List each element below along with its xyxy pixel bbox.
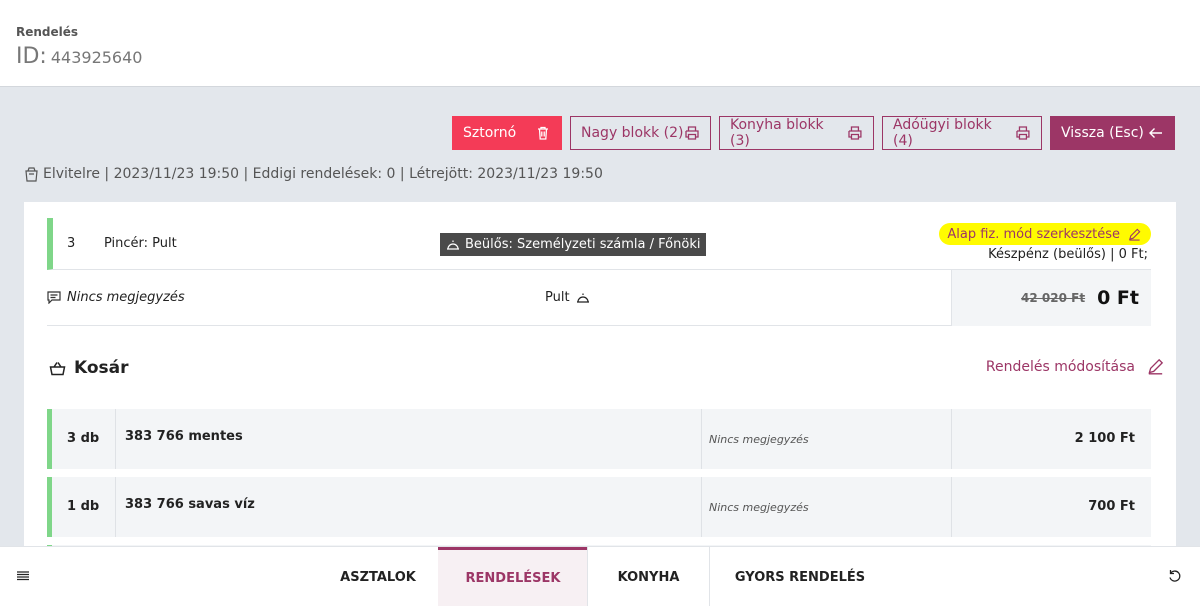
nagy-blokk-label: Nagy blokk (2) xyxy=(581,125,684,141)
service-bell-icon xyxy=(576,293,589,303)
payment-badge-label: Beülős: Személyzeti számla / Főnöki xyxy=(465,237,701,252)
adougyi-blokk-label: Adóügyi blokk (4) xyxy=(893,117,992,149)
printer-icon xyxy=(685,126,699,140)
trash-icon xyxy=(538,126,548,140)
menu-icon[interactable] xyxy=(15,568,31,584)
basket-heading: Kosár xyxy=(49,358,129,378)
order-note-text: Nincs megjegyzés xyxy=(67,290,185,305)
page-title: Rendelés xyxy=(16,25,79,39)
item-name: 383 766 savas víz xyxy=(125,497,255,512)
arrow-left-icon xyxy=(1149,128,1162,138)
order-id-value: 443925640 xyxy=(50,48,143,67)
page-header: Rendelés ID: 443925640 xyxy=(0,0,1200,87)
order-info-line: Elvitelre | 2023/11/23 19:50 | Eddigi re… xyxy=(24,166,603,182)
adougyi-blokk-button[interactable]: Adóügyi blokk (4) xyxy=(882,116,1042,150)
payment-badge: Beülős: Személyzeti számla / Főnöki xyxy=(440,233,707,256)
basket-item[interactable]: 1 db 383 766 savas víz Nincs megjegyzés … xyxy=(47,477,1151,537)
order-total: 0 Ft xyxy=(1097,287,1139,309)
pencil-icon xyxy=(1129,228,1141,241)
waiter-label: Pincér: Pult xyxy=(104,236,177,251)
tab-gyors-rendeles[interactable]: GYORS RENDELÉS xyxy=(710,547,890,606)
comment-icon xyxy=(47,291,61,304)
printer-icon xyxy=(1016,126,1030,140)
order-id: ID: 443925640 xyxy=(16,44,142,69)
order-summary-row: 3 Pincér: Pult Beülős: Személyzeti száml… xyxy=(47,218,1151,270)
service-bell-icon xyxy=(447,240,459,250)
order-id-label: ID: xyxy=(16,44,47,69)
item-price: 2 100 Ft xyxy=(1074,431,1135,446)
konyha-blokk-button[interactable]: Konyha blokk (3) xyxy=(719,116,874,150)
order-note: Nincs megjegyzés xyxy=(47,290,185,305)
back-label: Vissza (Esc) xyxy=(1061,125,1144,141)
order-location: Pult xyxy=(545,290,590,305)
item-name: 383 766 mentes xyxy=(125,429,243,444)
table-number: 3 xyxy=(67,236,76,251)
basket-icon xyxy=(49,361,66,375)
order-card: 3 Pincér: Pult Beülős: Személyzeti száml… xyxy=(24,202,1176,552)
payment-detail: Készpénz (beülős) | 0 Ft; xyxy=(988,247,1148,262)
tab-rendelesek[interactable]: RENDELÉSEK xyxy=(438,547,588,606)
order-info-text: Elvitelre | 2023/11/23 19:50 | Eddigi re… xyxy=(43,166,603,182)
item-quantity: 1 db xyxy=(52,477,116,537)
order-location-text: Pult xyxy=(545,290,570,305)
order-note-row: Nincs megjegyzés Pult 42 020 Ft 0 Ft xyxy=(47,270,1151,326)
tab-konyha[interactable]: KONYHA xyxy=(588,547,709,606)
printer-icon xyxy=(848,126,862,140)
back-button[interactable]: Vissza (Esc) xyxy=(1050,116,1175,150)
edit-payment-mode-link[interactable]: Alap fiz. mód szerkesztése xyxy=(939,223,1151,245)
refresh-icon[interactable] xyxy=(1167,568,1183,584)
basket-title: Kosár xyxy=(74,358,129,378)
item-note: Nincs megjegyzés xyxy=(701,409,952,469)
old-total: 42 020 Ft xyxy=(1021,291,1086,305)
konyha-blokk-label: Konyha blokk (3) xyxy=(730,117,824,149)
item-quantity: 3 db xyxy=(52,409,116,469)
pencil-icon xyxy=(1148,358,1164,375)
order-total-box: 42 020 Ft 0 Ft xyxy=(951,270,1151,326)
storno-label: Sztornó xyxy=(463,125,517,141)
basket-item[interactable]: 3 db 383 766 mentes Nincs megjegyzés 2 1… xyxy=(47,409,1151,469)
bottom-nav: ASZTALOK RENDELÉSEK KONYHA GYORS RENDELÉ… xyxy=(0,546,1200,606)
modify-order-link[interactable]: Rendelés módosítása xyxy=(986,358,1164,375)
storno-button[interactable]: Sztornó xyxy=(452,116,562,150)
item-price: 700 Ft xyxy=(1088,499,1135,514)
modify-order-label: Rendelés módosítása xyxy=(985,358,1135,375)
edit-payment-mode-label: Alap fiz. mód szerkesztése xyxy=(947,226,1120,242)
item-note: Nincs megjegyzés xyxy=(701,477,952,537)
tab-asztalok[interactable]: ASZTALOK xyxy=(318,547,438,606)
nagy-blokk-button[interactable]: Nagy blokk (2) xyxy=(570,116,711,150)
takeaway-icon xyxy=(25,167,38,182)
